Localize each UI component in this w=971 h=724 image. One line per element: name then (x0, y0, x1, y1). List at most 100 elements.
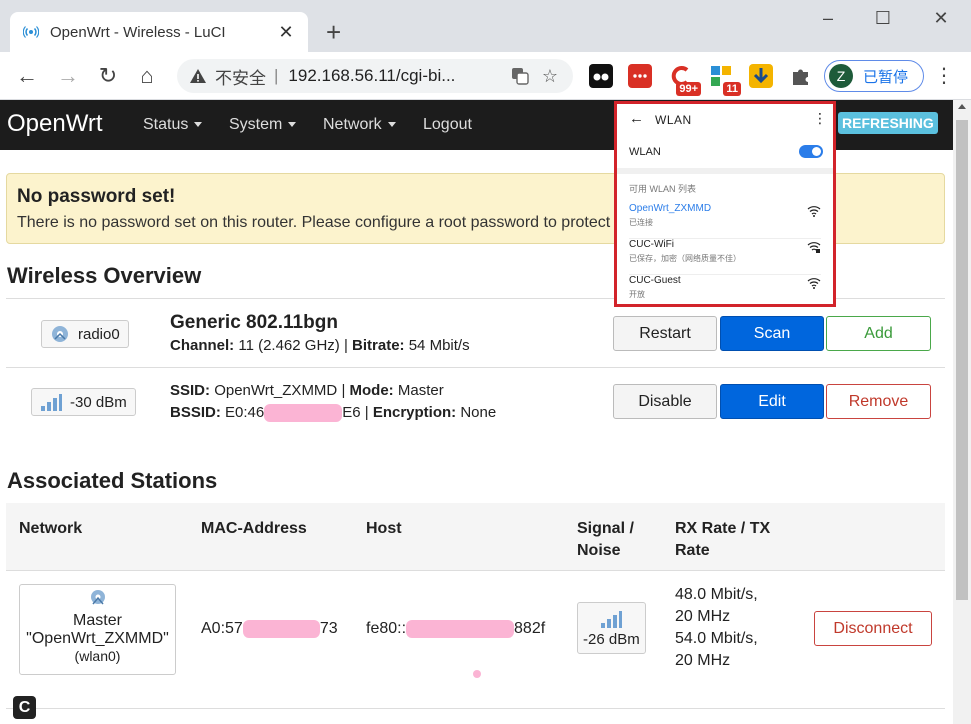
menu-logout[interactable]: Logout (423, 116, 472, 134)
scroll-up-arrow-icon[interactable] (958, 104, 966, 109)
network-mode: Master (73, 612, 122, 629)
browser-tab[interactable]: OpenWrt - Wireless - LuCI ✕ (10, 12, 308, 52)
extension-download-icon[interactable] (749, 64, 773, 88)
radio-icon (52, 326, 68, 342)
extensions-puzzle-icon[interactable] (789, 64, 813, 88)
extension-panda-icon[interactable] (589, 64, 613, 88)
ssid-label: SSID: (170, 382, 211, 399)
redaction-dot (473, 670, 481, 678)
brand-logo[interactable]: OpenWrt (7, 110, 103, 138)
overlay-header: ← WLAN ⋮ (617, 104, 833, 134)
disconnect-button[interactable]: Disconnect (814, 611, 932, 646)
scroll-thumb[interactable] (956, 120, 968, 600)
wifi-network-item[interactable]: OpenWrt_ZXMMD 已连接 (629, 203, 821, 239)
address-bar[interactable]: 不安全 | 192.168.56.11/cgi-bi... ☆ (177, 59, 573, 93)
ssid-value: OpenWrt_ZXMMD (214, 382, 338, 399)
wifi-locked-icon (807, 242, 821, 253)
column-line: Signal / (577, 520, 634, 537)
omnibox-separator: | (274, 66, 279, 85)
tab-close-icon[interactable]: ✕ (276, 22, 296, 43)
mac-address: A0:57 73 (201, 618, 338, 640)
maximize-icon[interactable]: ☐ (873, 8, 893, 29)
tab-title: OpenWrt - Wireless - LuCI (50, 23, 226, 41)
add-button[interactable]: Add (826, 316, 931, 351)
bssid-suffix: E6 (342, 404, 361, 421)
menu-label: System (229, 116, 283, 133)
refreshing-badge[interactable]: REFRESHING (838, 112, 938, 134)
translate-icon[interactable] (509, 65, 531, 87)
bottom-corner-icon[interactable]: C (13, 696, 36, 719)
wifi-network-item[interactable]: CUC-WiFi 已保存，加密（网络质量不佳） (629, 239, 821, 275)
wlan-toggle[interactable] (799, 145, 823, 158)
more-vert-icon[interactable]: ⋮ (813, 110, 827, 127)
wifi-icon (807, 206, 821, 217)
url-text[interactable]: 192.168.56.11/cgi-bi... (288, 66, 501, 86)
wifi-network-status: 开放 (629, 290, 645, 299)
menu-status[interactable]: Status (143, 116, 203, 134)
encryption-value: None (460, 404, 497, 421)
wifi-network-item[interactable]: CUC-Guest 开放 (629, 275, 821, 311)
menu-network[interactable]: Network (323, 116, 396, 134)
extension-dots-icon[interactable] (628, 64, 652, 88)
rx-rate: 48.0 Mbit/s, (675, 586, 758, 603)
home-icon[interactable]: ⌂ (135, 64, 159, 88)
wifi-network-status: 已保存，加密（网络质量不佳） (629, 254, 741, 263)
wlan-toggle-label: WLAN (629, 146, 661, 158)
back-arrow-icon[interactable]: ← (629, 110, 644, 127)
separator: | (341, 382, 346, 399)
minimize-icon[interactable]: – (818, 8, 838, 29)
menu-system[interactable]: System (229, 116, 297, 134)
new-tab-button[interactable]: + (326, 19, 341, 45)
divider (6, 708, 945, 709)
remove-button[interactable]: Remove (826, 384, 931, 419)
redaction-mark (264, 404, 343, 423)
window-close-icon[interactable]: ✕ (931, 8, 951, 29)
station-signal: -26 dBm (583, 630, 640, 648)
host-address: fe80:: 882f (366, 618, 545, 640)
profile-status: 已暂停 (863, 68, 909, 86)
column-line: Noise (577, 542, 621, 559)
restart-button[interactable]: Restart (613, 316, 717, 351)
extension-blocks-icon[interactable]: 11 (709, 64, 741, 96)
column-signal-noise: Signal / Noise (577, 518, 634, 562)
station-signal-chip: -26 dBm (577, 602, 646, 654)
radio-icon (90, 590, 105, 605)
forward-icon[interactable]: → (56, 64, 80, 88)
network-ssid: "OpenWrt_ZXMMD" (26, 630, 169, 647)
column-line: RX Rate / TX (675, 520, 771, 537)
signal-value: -30 dBm (70, 393, 127, 411)
browser-menu-icon[interactable]: ⋮ (934, 64, 954, 88)
page-scrollbar[interactable] (953, 100, 971, 724)
wifi-network-status: 已连接 (629, 218, 653, 227)
tx-width: 20 MHz (675, 652, 731, 669)
mac-prefix: A0:57 (201, 620, 243, 637)
edit-button[interactable]: Edit (720, 384, 824, 419)
overlay-divider (617, 168, 833, 174)
radio-model: Generic 802.11bgn (170, 312, 338, 333)
bookmark-star-icon[interactable]: ☆ (539, 65, 561, 87)
disable-button[interactable]: Disable (613, 384, 717, 419)
signal-chip: -30 dBm (31, 388, 136, 416)
signal-bars-icon (601, 610, 623, 628)
host-suffix: 882f (514, 620, 546, 637)
avatar: Z (829, 64, 853, 88)
extension-red-c-icon[interactable]: 99+ (669, 64, 701, 96)
separator: | (364, 404, 369, 421)
caret-down-icon (387, 122, 396, 128)
reload-icon[interactable]: ↻ (96, 64, 120, 88)
back-icon[interactable]: ← (15, 64, 39, 88)
wifi-network-name: CUC-WiFi (629, 239, 674, 250)
column-host: Host (366, 520, 402, 537)
scan-button[interactable]: Scan (720, 316, 824, 351)
profile-button[interactable]: Z 已暂停 (824, 60, 924, 92)
caret-down-icon (194, 122, 203, 128)
bitrate-value: 54 Mbit/s (408, 337, 470, 354)
wifi-network-name: CUC-Guest (629, 275, 681, 286)
caret-down-icon (288, 122, 297, 128)
ssid-line: SSID: OpenWrt_ZXMMD | Mode: Master (170, 382, 444, 399)
menu-label: Status (143, 116, 189, 133)
station-rates: 48.0 Mbit/s, 20 MHz 54.0 Mbit/s, 20 MHz (675, 584, 758, 672)
extension-badge-count: 99+ (676, 82, 701, 96)
network-card[interactable]: Master "OpenWrt_ZXMMD" (wlan0) (19, 584, 176, 675)
network-interface: (wlan0) (74, 648, 121, 664)
